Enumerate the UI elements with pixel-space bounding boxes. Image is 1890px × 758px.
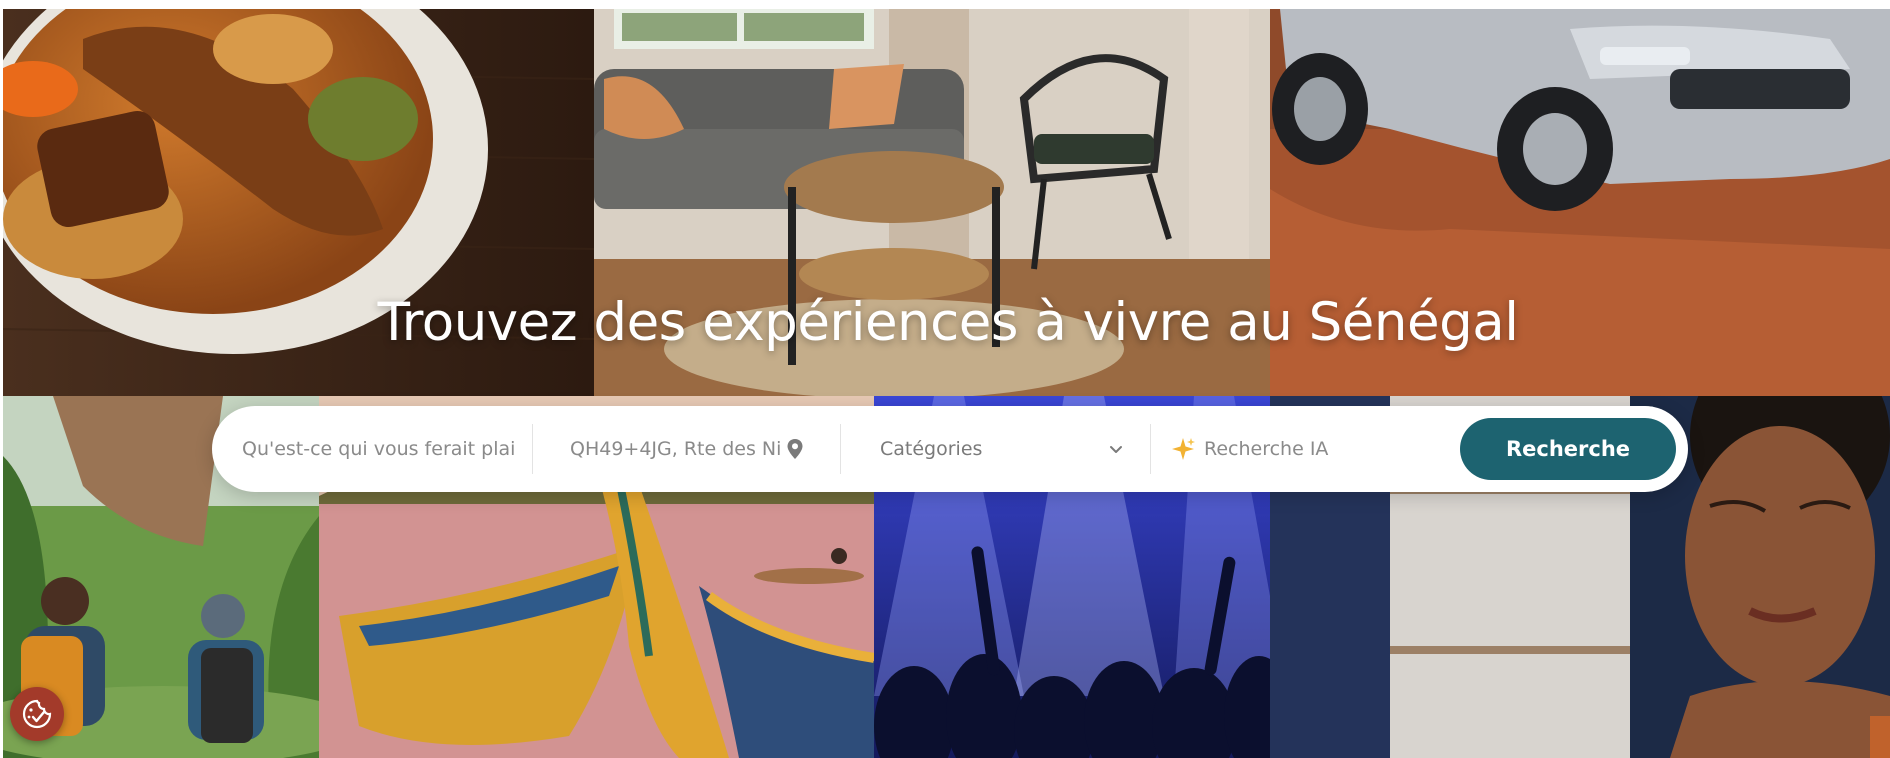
ai-search-label: Recherche IA xyxy=(1204,438,1329,460)
search-button[interactable]: Recherche xyxy=(1460,418,1676,480)
cookie-check-icon xyxy=(22,699,52,729)
search-what-segment xyxy=(212,406,532,492)
search-location-segment xyxy=(532,406,840,492)
search-what-input[interactable] xyxy=(242,438,514,460)
category-select[interactable]: Catégories xyxy=(840,406,1150,492)
category-select-label: Catégories xyxy=(880,438,983,460)
hero-banner: Trouvez des expériences à vivre au Sénég… xyxy=(3,9,1890,758)
map-pin-icon[interactable] xyxy=(786,438,804,460)
hero-headline: Trouvez des expériences à vivre au Sénég… xyxy=(377,292,1519,353)
search-location-input[interactable] xyxy=(570,438,780,460)
ai-search-toggle[interactable]: Recherche IA xyxy=(1150,406,1460,492)
chevron-down-icon xyxy=(1110,446,1122,453)
search-bar: Catégories Recherche IA Recherche xyxy=(212,406,1688,492)
cookie-consent-button[interactable] xyxy=(10,687,64,741)
sparkle-icon xyxy=(1172,438,1195,460)
